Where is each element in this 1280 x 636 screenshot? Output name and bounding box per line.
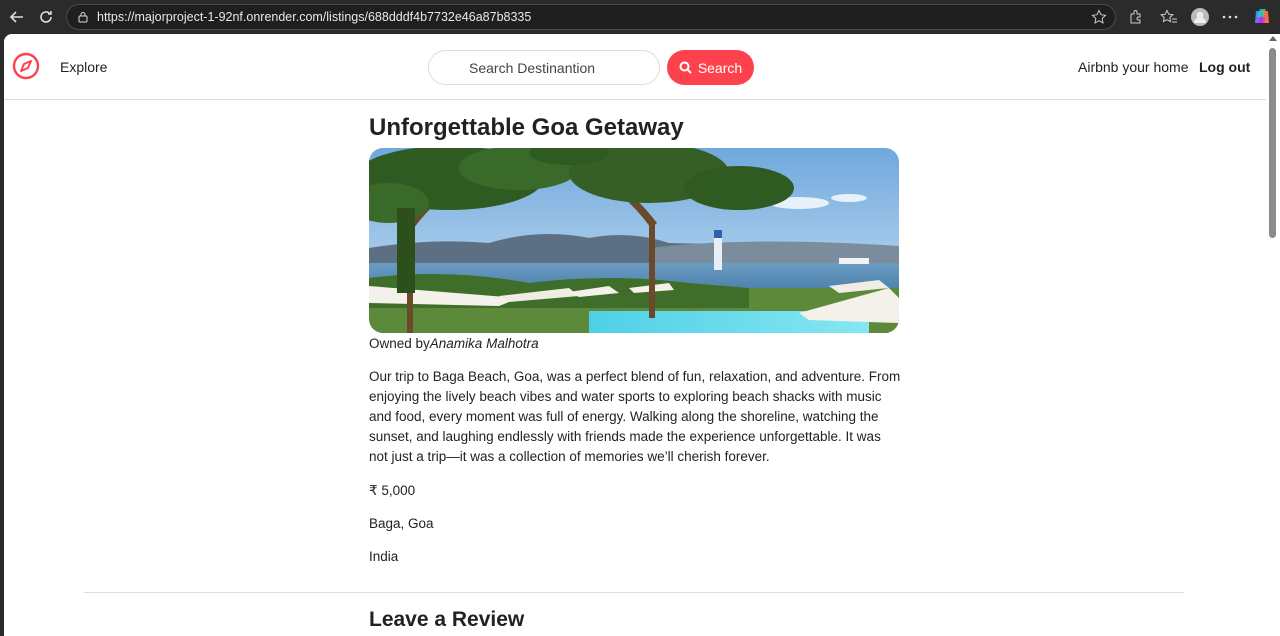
copilot-button[interactable] xyxy=(1251,6,1273,28)
reload-icon xyxy=(40,11,52,23)
extensions-button[interactable] xyxy=(1125,6,1147,28)
review-heading: Leave a Review xyxy=(369,608,525,631)
url-text: https://majorproject-1-92nf.onrender.com… xyxy=(97,10,532,24)
listing-country: India xyxy=(369,549,399,564)
search-button[interactable]: Search xyxy=(667,50,754,85)
profile-button[interactable] xyxy=(1189,6,1211,28)
puzzle-icon xyxy=(1130,10,1141,24)
logout-link[interactable]: Log out xyxy=(1199,59,1250,75)
owner-prefix: Owned by xyxy=(369,336,430,351)
host-home-link[interactable]: Airbnb your home xyxy=(1078,59,1189,75)
favorites-icon xyxy=(1160,9,1177,23)
search-button-label: Search xyxy=(697,59,743,76)
page-viewport: Explore Search Airbnb your home Log out … xyxy=(4,34,1266,636)
search-icon xyxy=(679,61,692,74)
favorite-star-icon[interactable] xyxy=(1091,9,1107,25)
scrollbar-thumb[interactable] xyxy=(1269,48,1276,238)
listing-title: Unforgettable Goa Getaway xyxy=(369,114,684,141)
ellipsis-icon xyxy=(1222,15,1238,19)
copilot-icon xyxy=(1255,9,1269,23)
listing-description: Our trip to Baga Beach, Goa, was a perfe… xyxy=(369,369,901,464)
reload-button[interactable] xyxy=(37,8,55,26)
avatar-icon xyxy=(1191,8,1209,26)
listing-location: Baga, Goa xyxy=(369,516,434,531)
compass-logo-icon[interactable] xyxy=(12,52,40,80)
search-input[interactable] xyxy=(428,50,660,85)
scroll-up-arrow-icon[interactable] xyxy=(1269,36,1277,41)
back-arrow-icon xyxy=(9,11,23,23)
listing-price: ₹ 5,000 xyxy=(369,483,416,498)
listing-image xyxy=(369,148,899,333)
owner-name: Anamika Malhotra xyxy=(429,336,539,351)
site-navbar: Explore Search Airbnb your home Log out xyxy=(4,34,1266,100)
explore-link[interactable]: Explore xyxy=(60,59,107,75)
favorites-button[interactable] xyxy=(1158,6,1180,28)
listing-owner: Owned byAnamika Malhotra xyxy=(369,336,539,351)
address-bar[interactable]: https://majorproject-1-92nf.onrender.com… xyxy=(66,4,1116,30)
lock-icon xyxy=(78,12,88,23)
browser-toolbar: https://majorproject-1-92nf.onrender.com… xyxy=(0,0,1280,34)
back-button[interactable] xyxy=(8,8,26,26)
more-menu-button[interactable] xyxy=(1219,6,1241,28)
section-divider xyxy=(84,592,1184,593)
page-scrollbar[interactable] xyxy=(1266,34,1280,636)
